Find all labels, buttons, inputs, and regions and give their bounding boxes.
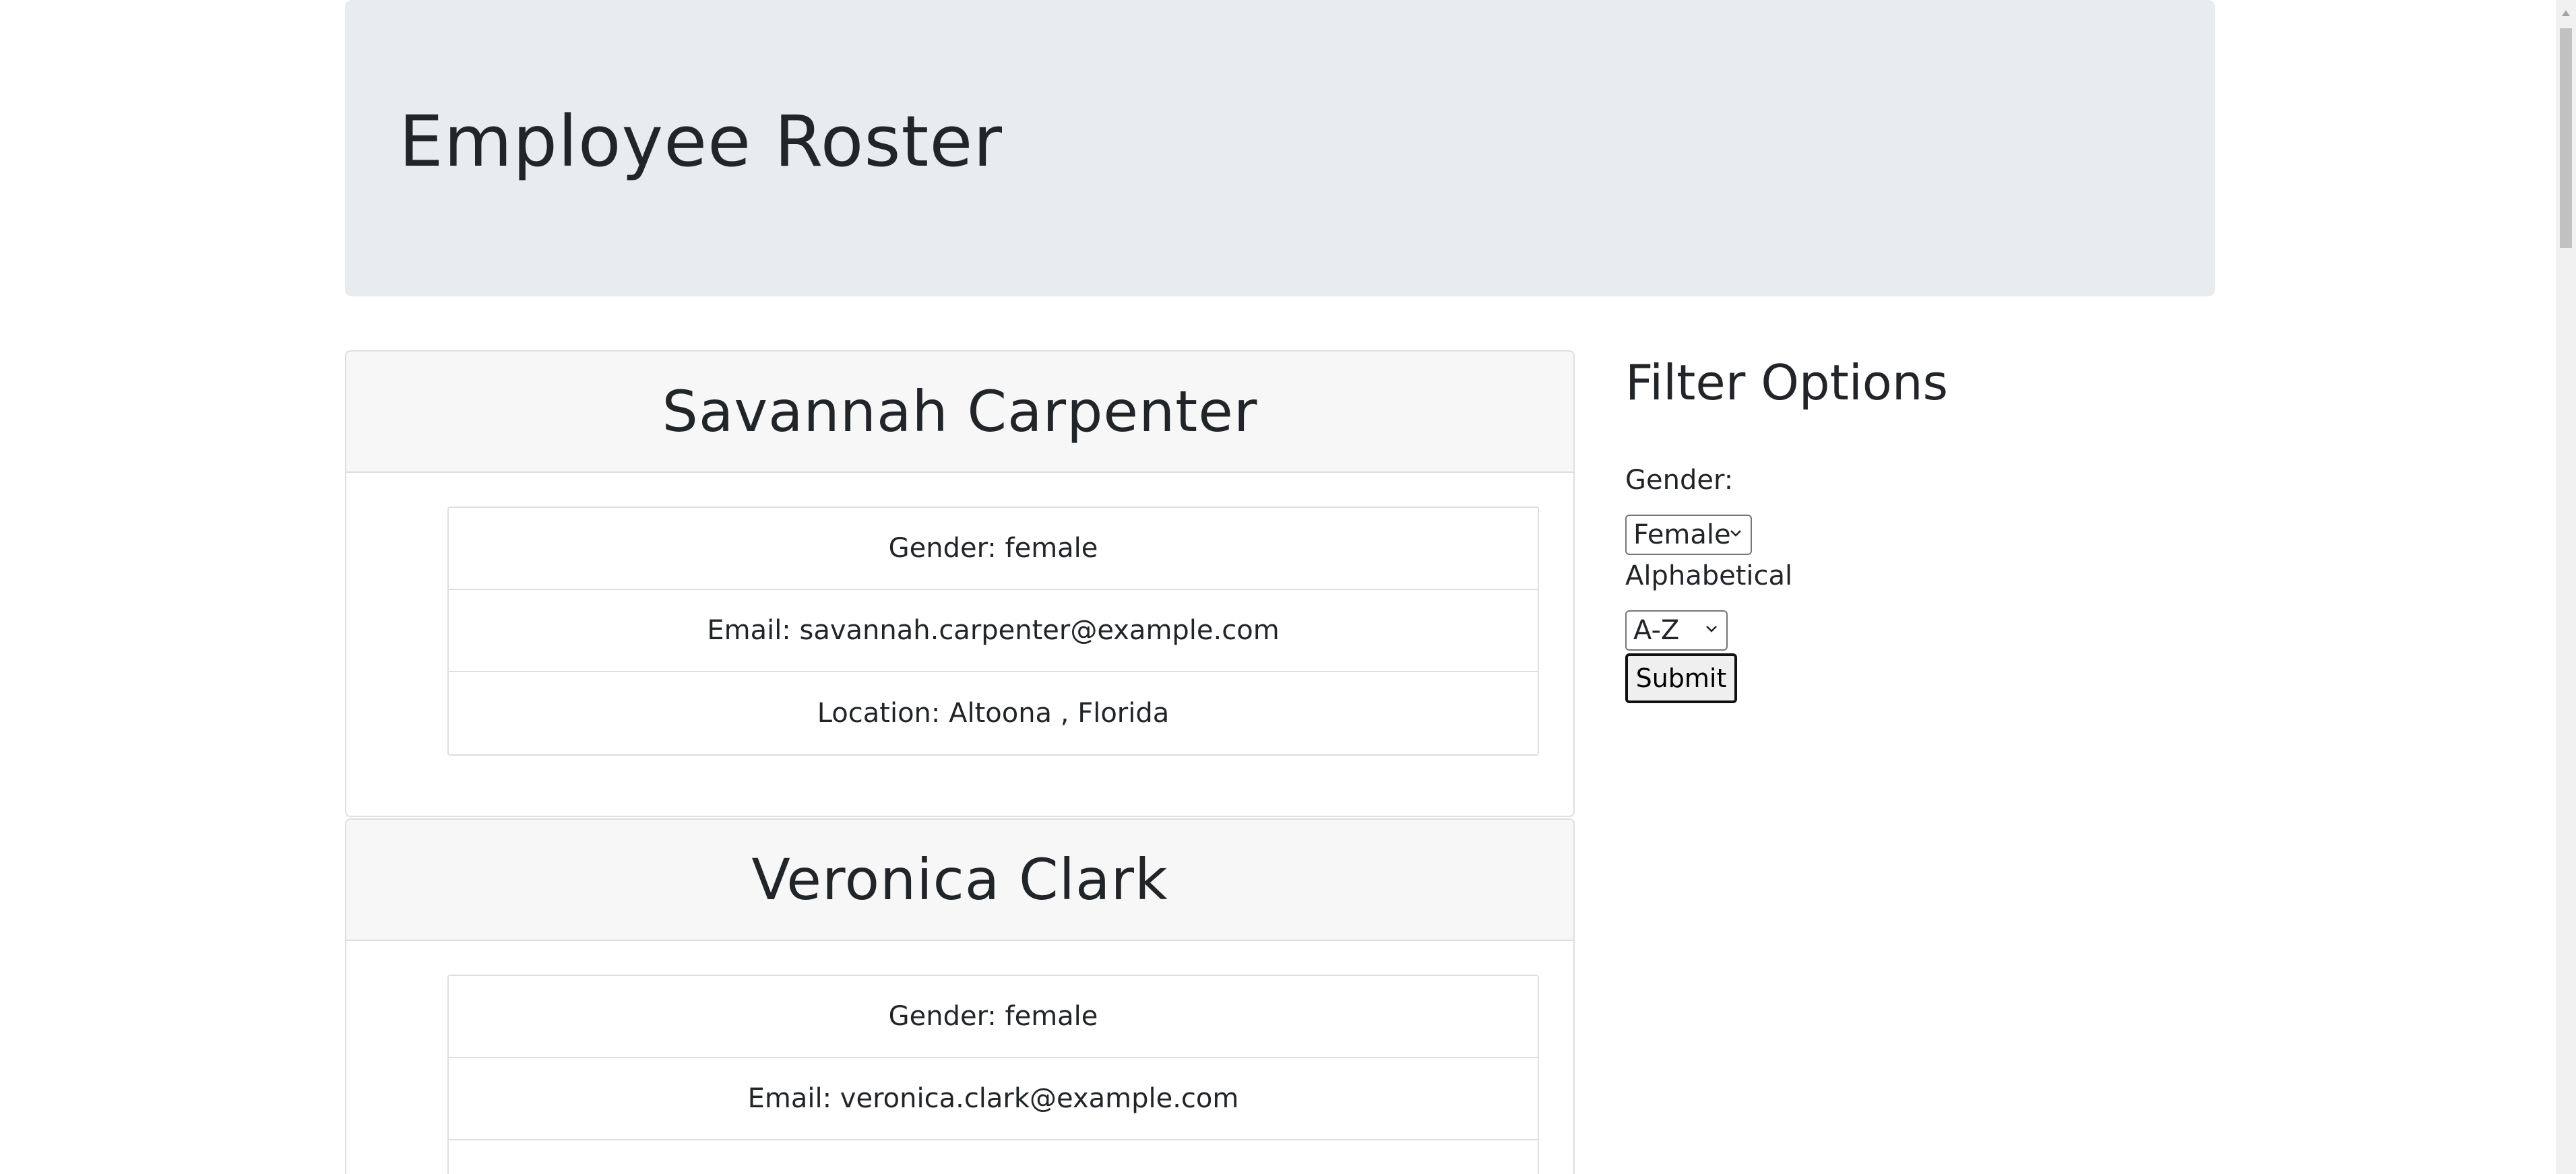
filter-title: Filter Options	[1625, 354, 1949, 411]
employee-location-partial	[449, 1140, 1538, 1174]
page: Employee Roster Savannah Carpenter Gende…	[0, 0, 2576, 1174]
employee-card: Veronica Clark Gender: female Email: ver…	[345, 818, 1575, 1174]
vertical-scrollbar[interactable]	[2556, 0, 2576, 1174]
scroll-up-icon[interactable]	[2561, 8, 2571, 19]
page-title: Employee Roster	[399, 100, 1003, 183]
employee-gender: Gender: female	[449, 508, 1538, 590]
employee-name: Savannah Carpenter	[662, 379, 1258, 445]
alphabetical-label: Alphabetical	[1625, 560, 1793, 591]
employee-gender: Gender: female	[449, 976, 1538, 1058]
gender-select-value: Female	[1633, 519, 1731, 550]
employee-details-list: Gender: female Email: savannah.carpenter…	[447, 507, 1539, 756]
employee-email: Email: veronica.clark@example.com	[449, 1058, 1538, 1140]
submit-button[interactable]: Submit	[1625, 653, 1737, 703]
chevron-down-icon	[1730, 530, 1741, 537]
employee-location: Location: Altoona , Florida	[817, 698, 1170, 729]
alphabetical-select[interactable]: A-Z	[1625, 610, 1728, 651]
employee-card-header: Savannah Carpenter	[346, 352, 1573, 473]
header-banner: Employee Roster	[345, 0, 2215, 296]
gender-select[interactable]: Female	[1625, 515, 1752, 555]
employee-card-header: Veronica Clark	[346, 820, 1573, 941]
gender-label: Gender:	[1625, 465, 1734, 496]
alphabetical-select-value: A-Z	[1633, 615, 1680, 646]
employee-name: Veronica Clark	[751, 847, 1168, 913]
scrollbar-thumb[interactable]	[2560, 28, 2572, 248]
employee-card: Savannah Carpenter Gender: female Email:…	[345, 350, 1575, 817]
employee-email: Email: savannah.carpenter@example.com	[449, 590, 1538, 672]
employee-details-list: Gender: female Email: veronica.clark@exa…	[447, 975, 1539, 1174]
chevron-down-icon	[1706, 626, 1717, 632]
